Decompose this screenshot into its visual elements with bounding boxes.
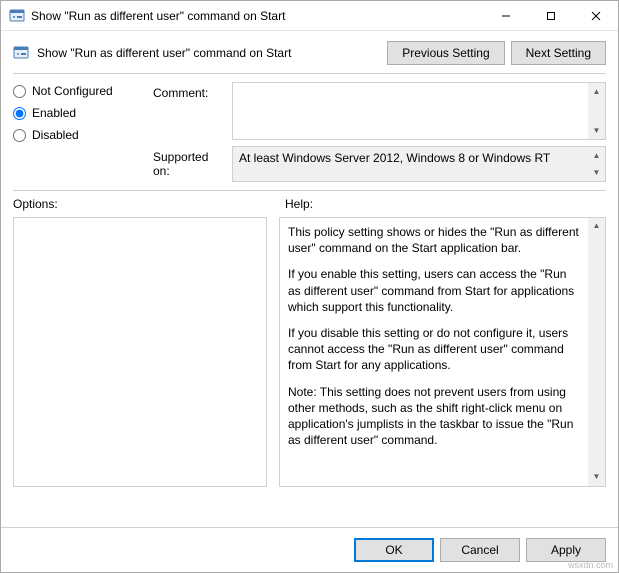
apply-button[interactable]: Apply — [526, 538, 606, 562]
scroll-down-icon[interactable]: ▼ — [588, 122, 605, 139]
radio-label: Disabled — [32, 128, 79, 142]
help-paragraph: This policy setting shows or hides the "… — [288, 224, 581, 256]
radio-disabled-input[interactable] — [13, 129, 26, 142]
help-label: Help: — [273, 195, 606, 213]
policy-icon — [13, 45, 29, 61]
radio-enabled[interactable]: Enabled — [13, 106, 143, 120]
scroll-down-icon[interactable]: ▼ — [588, 469, 605, 486]
radio-not-configured[interactable]: Not Configured — [13, 84, 143, 98]
window-controls — [483, 1, 618, 30]
supported-on-box: At least Windows Server 2012, Windows 8 … — [232, 146, 606, 182]
titlebar: Show "Run as different user" command on … — [1, 1, 618, 31]
scroll-down-icon[interactable]: ▼ — [588, 164, 605, 181]
dialog-footer: OK Cancel Apply — [1, 527, 618, 572]
panes-row: This policy setting shows or hides the "… — [1, 213, 618, 519]
state-radio-group: Not Configured Enabled Disabled — [13, 82, 143, 182]
radio-label: Enabled — [32, 106, 76, 120]
maximize-button[interactable] — [528, 1, 573, 30]
comment-label: Comment: — [153, 82, 228, 100]
close-button[interactable] — [573, 1, 618, 30]
header-row: Show "Run as different user" command on … — [1, 31, 618, 73]
help-paragraph: If you disable this setting or do not co… — [288, 325, 581, 374]
fields-column: Comment: ▲ ▼ Supported on: At least Wind… — [153, 82, 606, 182]
help-paragraph: If you enable this setting, users can ac… — [288, 266, 581, 315]
next-setting-button[interactable]: Next Setting — [511, 41, 606, 65]
help-paragraph: Note: This setting does not prevent user… — [288, 384, 581, 449]
scroll-up-icon[interactable]: ▲ — [588, 218, 605, 235]
supported-label: Supported on: — [153, 146, 228, 178]
scrollbar[interactable]: ▲ ▼ — [588, 218, 605, 486]
radio-disabled[interactable]: Disabled — [13, 128, 143, 142]
options-label: Options: — [13, 195, 273, 213]
divider — [13, 190, 606, 191]
policy-title: Show "Run as different user" command on … — [37, 46, 379, 60]
scrollbar[interactable]: ▲ ▼ — [588, 83, 605, 139]
supported-on-text: At least Windows Server 2012, Windows 8 … — [239, 151, 550, 165]
cancel-button[interactable]: Cancel — [440, 538, 520, 562]
scrollbar[interactable]: ▲ ▼ — [588, 147, 605, 181]
previous-setting-button[interactable]: Previous Setting — [387, 41, 504, 65]
policy-icon — [9, 8, 25, 24]
help-pane: This policy setting shows or hides the "… — [279, 217, 606, 487]
scroll-up-icon[interactable]: ▲ — [588, 83, 605, 100]
dialog-window: Show "Run as different user" command on … — [0, 0, 619, 573]
window-title: Show "Run as different user" command on … — [31, 9, 483, 23]
comment-textarea[interactable]: ▲ ▼ — [232, 82, 606, 140]
ok-button[interactable]: OK — [354, 538, 434, 562]
supported-row: Supported on: At least Windows Server 20… — [153, 146, 606, 182]
pane-labels: Options: Help: — [1, 195, 618, 213]
radio-enabled-input[interactable] — [13, 107, 26, 120]
radio-not-configured-input[interactable] — [13, 85, 26, 98]
config-row: Not Configured Enabled Disabled Comment:… — [1, 76, 618, 182]
options-pane — [13, 217, 267, 487]
source-watermark: wsxdn.com — [568, 560, 613, 570]
comment-row: Comment: ▲ ▼ — [153, 82, 606, 140]
radio-label: Not Configured — [32, 84, 113, 98]
divider — [13, 73, 606, 74]
minimize-button[interactable] — [483, 1, 528, 30]
scroll-up-icon[interactable]: ▲ — [588, 147, 605, 164]
nav-buttons: Previous Setting Next Setting — [387, 41, 606, 65]
